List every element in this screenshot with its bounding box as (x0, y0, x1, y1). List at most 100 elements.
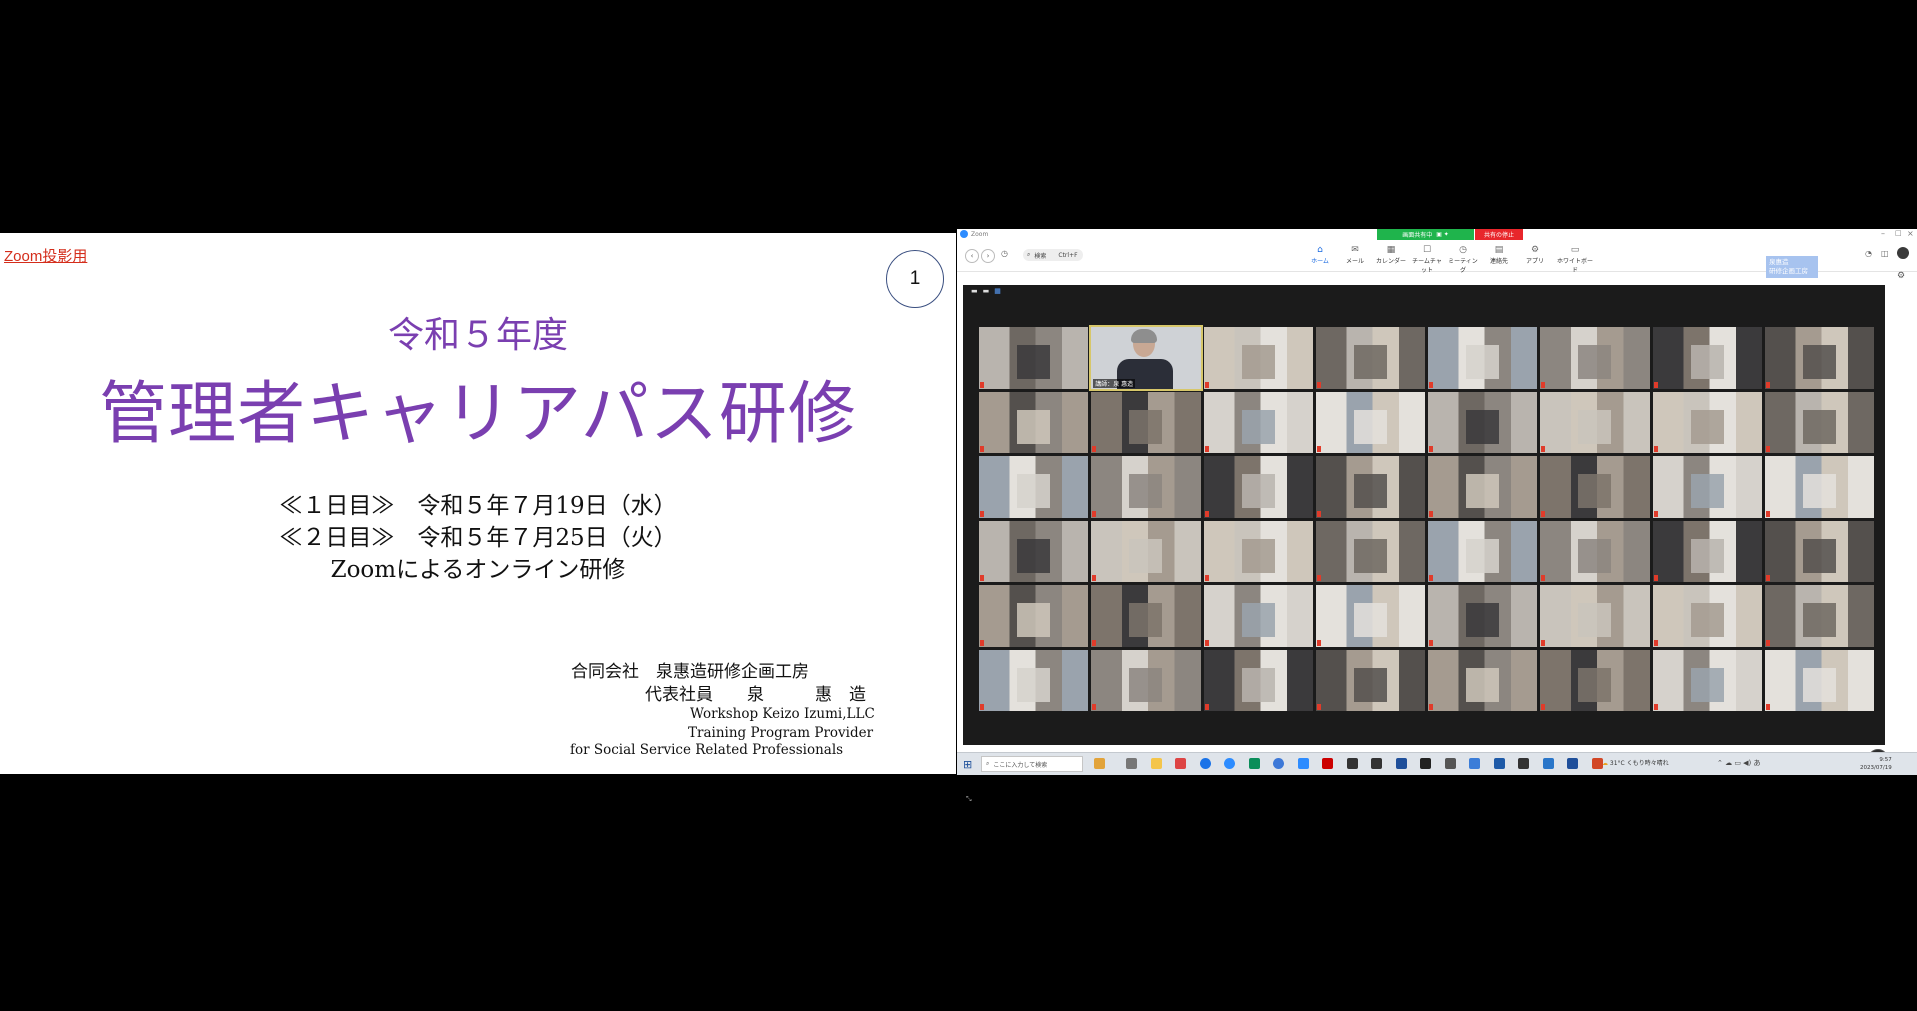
view-options[interactable]: ▬ ▬ ▦ (971, 287, 1001, 295)
firefox-icon[interactable] (1175, 758, 1186, 769)
edge-icon[interactable] (1248, 758, 1260, 769)
taskbar-search-input[interactable]: ⌕ ここに入力して検索 (981, 756, 1083, 772)
notification-icon[interactable]: ◔ (1865, 249, 1872, 258)
avatar[interactable] (1897, 247, 1909, 259)
app-icon[interactable] (1469, 758, 1480, 769)
gallery-view-icon[interactable]: ▬ (983, 287, 990, 295)
taskbar-clock[interactable]: 9:57 2023/07/19 (1860, 756, 1892, 772)
forward-icon[interactable]: › (981, 249, 995, 263)
tab-mail[interactable]: ✉ メール (1339, 245, 1371, 265)
participant-tile[interactable] (1540, 456, 1650, 518)
participant-tile[interactable] (1764, 327, 1874, 389)
system-tray-icons[interactable]: ⌃ ☁ ▭ ◀) あ (1717, 758, 1761, 768)
maximize-icon[interactable]: □ (1895, 229, 1902, 237)
tab-team-chat[interactable]: ☐ チームチャット (1411, 245, 1443, 274)
grid-view-icon[interactable]: ▦ (994, 287, 1001, 295)
participant-tile[interactable] (979, 391, 1089, 453)
tab-whiteboard[interactable]: ▭ ホワイトボード (1555, 245, 1595, 274)
participant-tile[interactable] (1652, 327, 1762, 389)
participant-tile[interactable] (1652, 649, 1762, 711)
participant-tile[interactable] (1764, 585, 1874, 647)
tab-contacts[interactable]: ▤ 連絡先 (1483, 245, 1515, 265)
task-view-icon[interactable] (1126, 758, 1137, 769)
skype-icon[interactable] (1224, 758, 1235, 769)
briefcase-icon[interactable] (1094, 758, 1105, 769)
app-icon[interactable] (1346, 758, 1358, 769)
participant-tile[interactable] (1540, 327, 1650, 389)
participant-tile[interactable] (1203, 327, 1313, 389)
participant-tile[interactable] (1091, 456, 1201, 518)
participant-tile[interactable] (979, 520, 1089, 582)
stop-share-button[interactable]: 共有の停止 (1475, 229, 1523, 240)
participant-tile[interactable] (1203, 585, 1313, 647)
explorer-icon[interactable] (1150, 758, 1162, 769)
outlook-icon[interactable] (1542, 758, 1554, 769)
windows-start-icon[interactable]: ⊞ (963, 758, 972, 771)
participant-tile[interactable] (1315, 649, 1425, 711)
camera-icon[interactable] (1518, 758, 1529, 769)
history-icon[interactable]: ◷ (1001, 249, 1008, 258)
participant-tile[interactable] (1203, 391, 1313, 453)
collapse-icon[interactable]: ⤡ (966, 795, 972, 804)
participant-tile[interactable] (1652, 391, 1762, 453)
participant-tile[interactable] (1540, 585, 1650, 647)
app-icon[interactable] (1493, 758, 1505, 769)
participant-tile[interactable] (1428, 649, 1538, 711)
back-icon[interactable]: ‹ (965, 249, 979, 263)
participant-tile[interactable] (1315, 327, 1425, 389)
tab-apps[interactable]: ⚙ アプリ (1519, 245, 1551, 265)
weather-widget[interactable]: ☁ 31°C くもり時々晴れ (1602, 758, 1669, 767)
participant-tile[interactable] (1540, 649, 1650, 711)
participant-tile[interactable] (979, 327, 1089, 389)
screen-share-status[interactable]: 画面共有中 ▣ ✦ (1377, 229, 1474, 240)
zoom-projection-link[interactable]: Zoom投影用 (4, 245, 87, 266)
participant-tile[interactable] (1315, 520, 1425, 582)
participant-tile[interactable] (1315, 391, 1425, 453)
participant-tile[interactable] (1764, 456, 1874, 518)
participant-tile[interactable] (1652, 456, 1762, 518)
participant-tile[interactable] (1203, 520, 1313, 582)
app-icon[interactable] (1297, 758, 1309, 769)
participant-tile[interactable] (1428, 327, 1538, 389)
powerpoint-icon[interactable] (1591, 758, 1603, 769)
tab-calendar[interactable]: ▦ カレンダー (1375, 245, 1407, 265)
app-icon[interactable] (1420, 758, 1431, 769)
speaker-view-icon[interactable]: ▬ (971, 287, 978, 295)
participant-tile[interactable] (1764, 520, 1874, 582)
app-icon[interactable] (1567, 758, 1578, 769)
participant-tile[interactable] (1091, 585, 1201, 647)
participant-tile[interactable] (1428, 520, 1538, 582)
participant-tile[interactable] (1540, 391, 1650, 453)
tab-home[interactable]: ⌂ ホーム (1304, 245, 1336, 265)
participant-tile[interactable] (1764, 649, 1874, 711)
participant-tile[interactable] (979, 649, 1089, 711)
participant-tile[interactable] (1652, 520, 1762, 582)
participant-tile[interactable] (1315, 585, 1425, 647)
participant-tile[interactable] (1540, 520, 1650, 582)
participant-tile[interactable] (1091, 391, 1201, 453)
participant-tile[interactable] (1091, 520, 1201, 582)
participant-tile[interactable] (1091, 649, 1201, 711)
participant-tile[interactable] (1652, 585, 1762, 647)
participant-tile[interactable] (1428, 456, 1538, 518)
chrome-icon[interactable] (1199, 758, 1211, 769)
app-icon[interactable] (1444, 758, 1456, 769)
participant-tile[interactable] (1428, 391, 1538, 453)
participant-tile[interactable] (979, 456, 1089, 518)
app-icon[interactable] (1371, 758, 1382, 769)
app-icon[interactable] (1395, 758, 1407, 769)
tab-meeting[interactable]: ◷ ミーティング (1447, 245, 1479, 274)
search-input[interactable]: ⌕ 検索 Ctrl+F (1023, 249, 1083, 261)
participant-tile[interactable] (1203, 456, 1313, 518)
close-icon[interactable]: × (1907, 229, 1914, 238)
participant-tile[interactable] (979, 585, 1089, 647)
participant-tile[interactable] (1428, 585, 1538, 647)
participant-tile[interactable] (1203, 649, 1313, 711)
zoom-icon[interactable] (1273, 758, 1284, 769)
participant-tile[interactable] (1315, 456, 1425, 518)
app-icon[interactable] (1322, 758, 1333, 769)
speaker-video-tile[interactable]: 講師：泉 惠造 (1089, 325, 1203, 391)
minimize-icon[interactable]: – (1881, 229, 1885, 238)
panel-icon[interactable]: ◫ (1881, 249, 1889, 258)
participant-tile[interactable] (1764, 391, 1874, 453)
